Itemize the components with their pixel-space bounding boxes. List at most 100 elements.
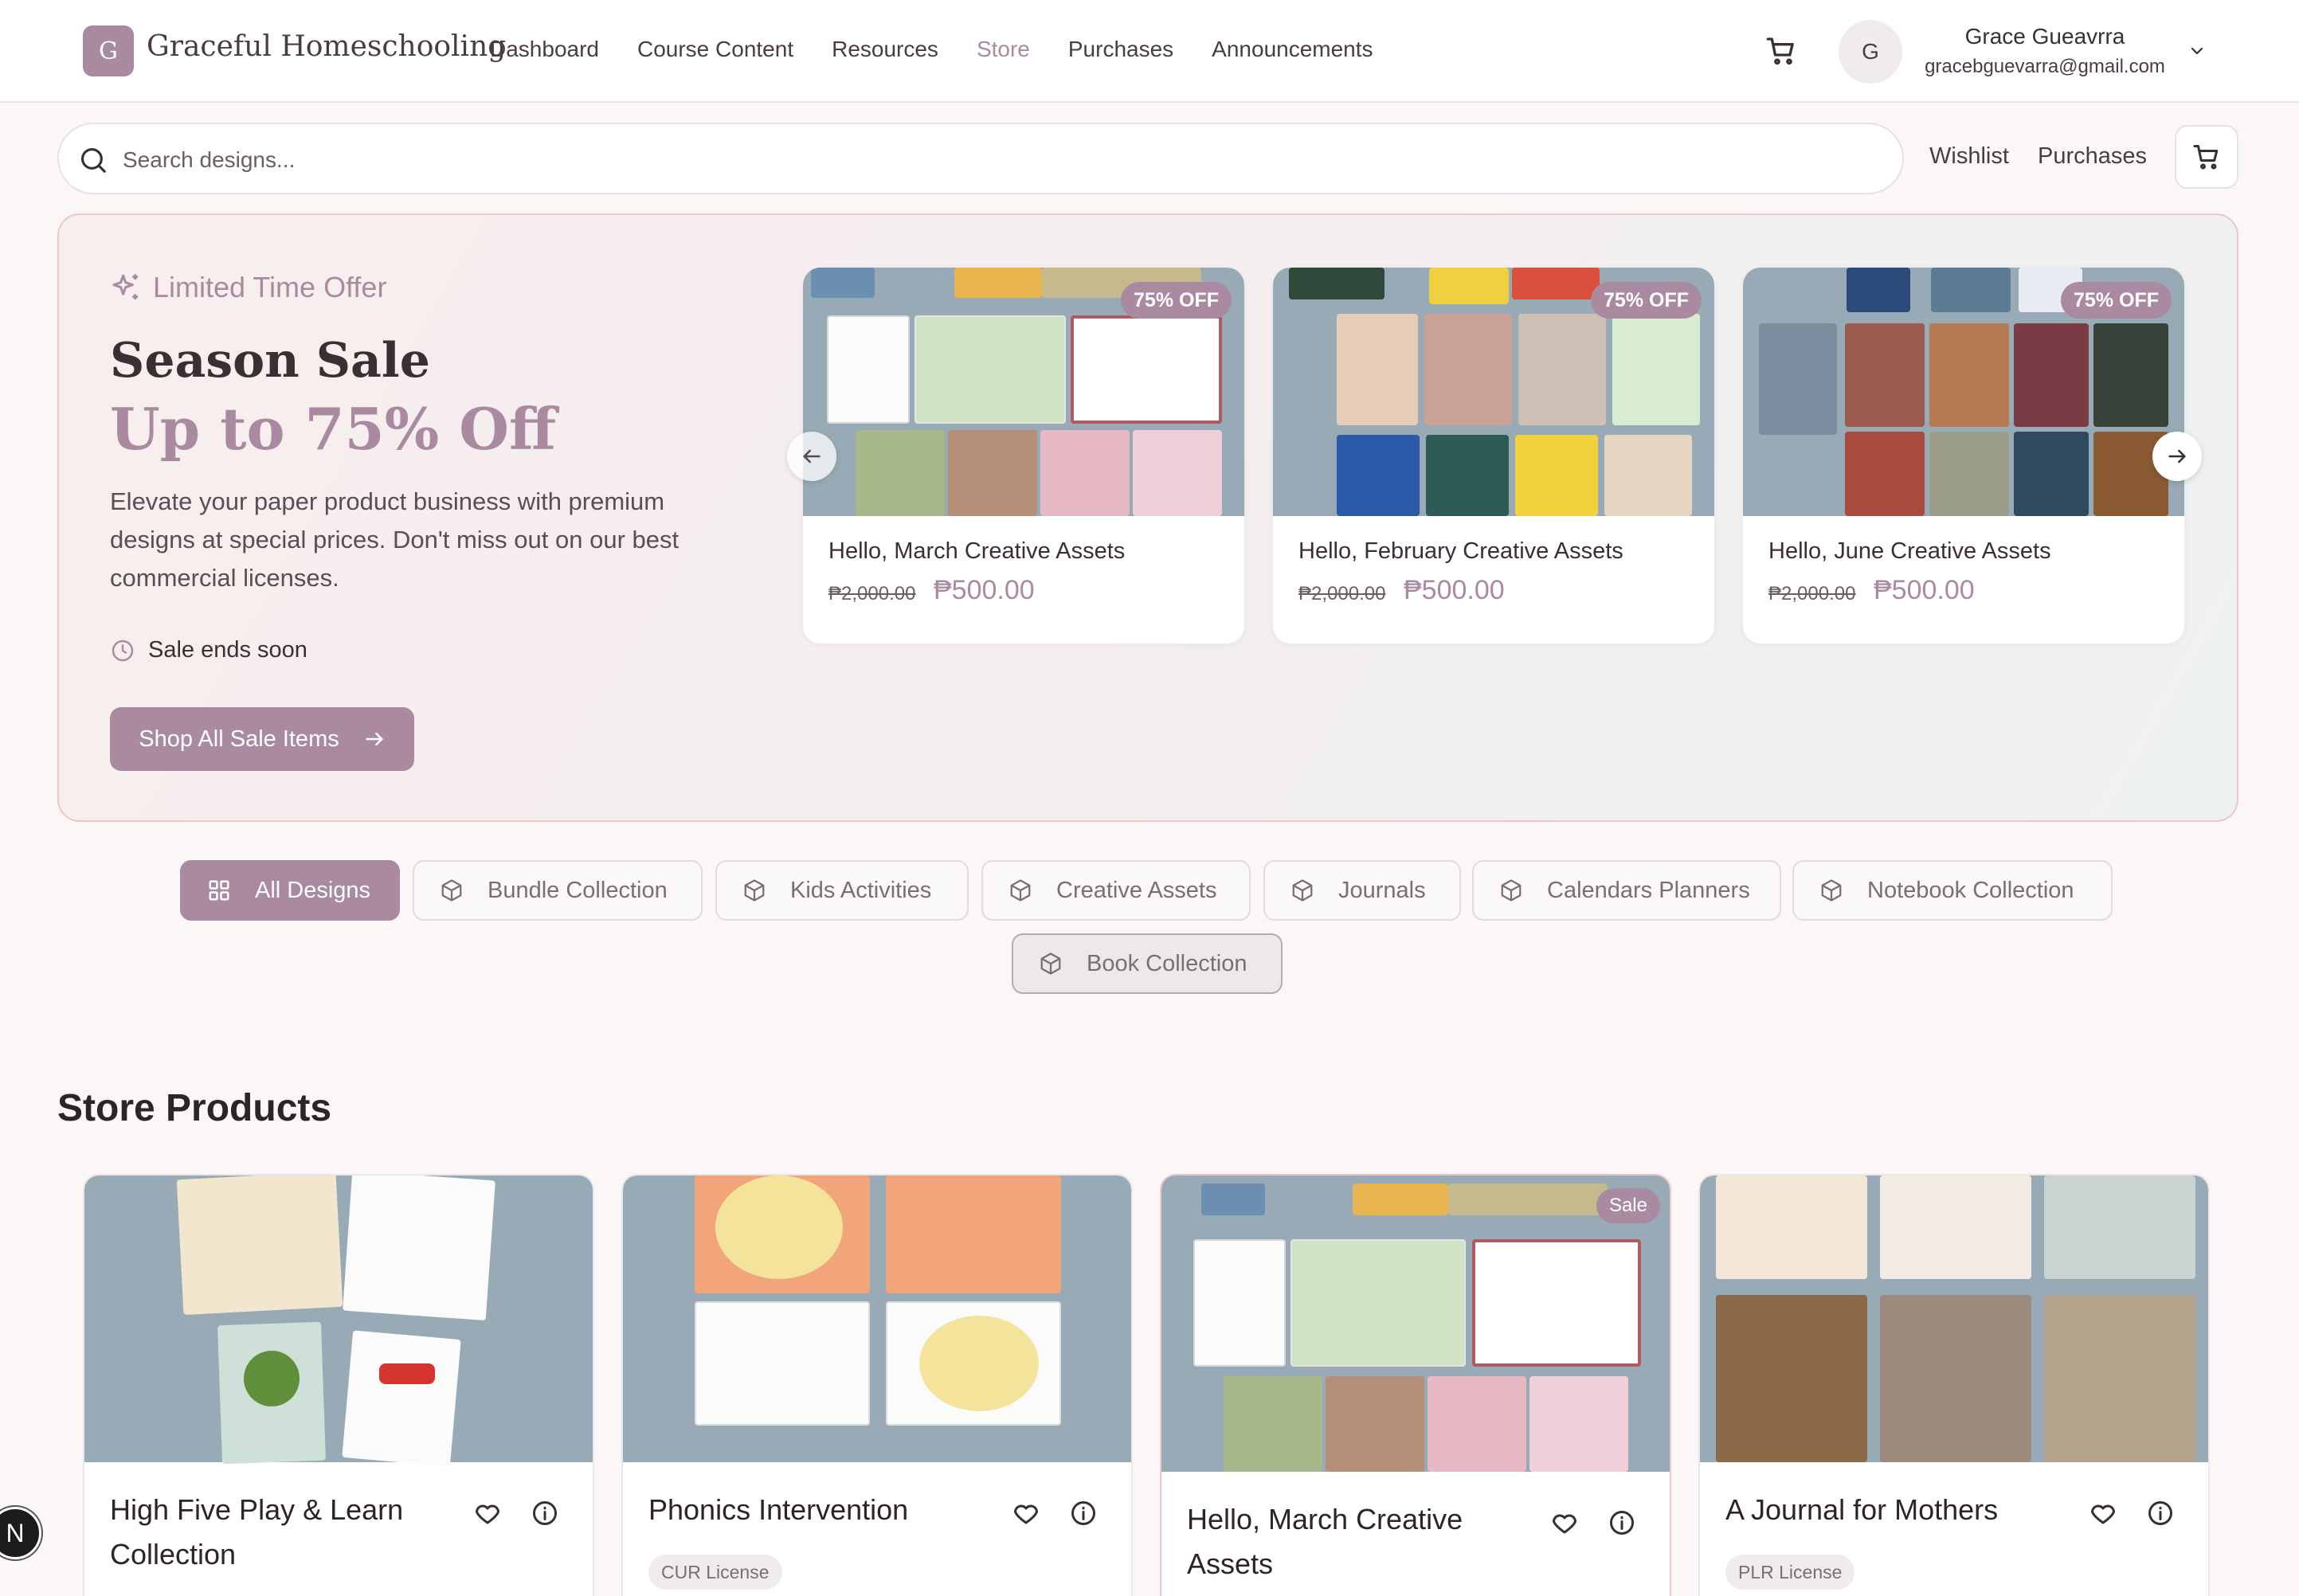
old-price: ₱2,000.00 <box>1298 583 1386 604</box>
nav-purchases[interactable]: Purchases <box>1068 37 1173 62</box>
search-icon <box>80 147 106 173</box>
sale-subtitle: Up to 75% Off <box>110 395 557 463</box>
user-email: gracebguevarra@gmail.com <box>1925 56 2165 77</box>
shop-sale-button[interactable]: Shop All Sale Items <box>110 707 414 771</box>
category-label: Kids Activities <box>790 877 932 903</box>
discount-badge: 75% OFF <box>1591 282 1702 319</box>
product-name: High Five Play & Learn Collection <box>110 1493 404 1571</box>
sale-ends-text: Sale ends soon <box>148 637 307 663</box>
wishlist-link[interactable]: Wishlist <box>1929 143 2009 170</box>
box-icon <box>1292 879 1313 902</box>
category-kids-activities[interactable]: Kids Activities <box>715 860 969 921</box>
heart-icon[interactable] <box>1550 1508 1579 1537</box>
nav-resources[interactable]: Resources <box>832 37 938 62</box>
old-price: ₱2,000.00 <box>1768 583 1856 604</box>
nav-links: Dashboard Course Content Resources Store… <box>490 37 1373 62</box>
category-label: Calendars Planners <box>1547 877 1750 903</box>
category-calendars-planners[interactable]: Calendars Planners <box>1472 860 1781 921</box>
category-journals[interactable]: Journals <box>1263 860 1461 921</box>
offer-label: Limited Time Offer <box>153 271 387 303</box>
product-card[interactable]: Phonics Intervention CUR License <box>621 1174 1133 1596</box>
box-icon <box>1040 953 1061 975</box>
product-image: 75% OFF <box>803 268 1244 516</box>
floating-badge[interactable]: N <box>0 1507 41 1559</box>
promo-card[interactable]: 75% OFF Hello, June Creative Assets ₱2,0… <box>1743 268 2184 643</box>
license-badge: PLR License <box>1725 1555 1855 1590</box>
category-label: Notebook Collection <box>1867 877 2074 903</box>
arrow-left-icon <box>803 449 821 464</box>
arrow-right-icon <box>366 732 383 746</box>
product-name: A Journal for Mothers <box>1725 1493 1999 1526</box>
heart-icon[interactable] <box>1012 1499 1040 1528</box>
nav-course-content[interactable]: Course Content <box>637 37 793 62</box>
info-icon[interactable] <box>1069 1499 1098 1528</box>
info-icon[interactable] <box>2146 1499 2175 1528</box>
cart-button[interactable] <box>2175 125 2238 189</box>
brand-name[interactable]: Graceful Homeschooling <box>147 30 506 63</box>
promo-card[interactable]: 75% OFF Hello, March Creative Assets ₱2,… <box>803 268 1244 643</box>
box-icon <box>744 879 765 902</box>
category-all-designs[interactable]: All Designs <box>180 860 400 921</box>
sale-description: Elevate your paper product business with… <box>110 487 680 592</box>
discount-badge: 75% OFF <box>1121 282 1232 319</box>
discount-badge: 75% OFF <box>2061 282 2172 319</box>
product-image <box>84 1175 593 1467</box>
promo-card-name: Hello, June Creative Assets <box>1768 538 2051 564</box>
cart-icon[interactable] <box>1765 35 1797 67</box>
product-image <box>1700 1175 2208 1462</box>
category-label: Creative Assets <box>1056 877 1217 903</box>
clock-icon <box>112 640 134 661</box>
box-icon <box>1821 879 1842 902</box>
product-name: Phonics Intervention <box>648 1493 909 1526</box>
user-name: Grace Gueavrra <box>1964 24 2125 49</box>
shop-sale-label: Shop All Sale Items <box>139 726 339 752</box>
category-book-collection[interactable]: Book Collection <box>1012 933 1283 994</box>
info-icon[interactable] <box>531 1499 559 1528</box>
purchases-link[interactable]: Purchases <box>2038 143 2147 170</box>
license-badge: CUR License <box>648 1555 782 1590</box>
product-name: Hello, March Creative Assets <box>1187 1503 1463 1580</box>
sale-title: Season Sale <box>110 333 430 389</box>
chevron-down-icon[interactable] <box>2187 41 2207 61</box>
product-card[interactable]: High Five Play & Learn Collection <box>83 1174 594 1596</box>
nav-store[interactable]: Store <box>977 37 1030 62</box>
avatar[interactable]: G <box>1839 20 1902 84</box>
product-card[interactable]: Sale Hello, March Creative Assets <box>1160 1174 1671 1596</box>
category-notebook-collection[interactable]: Notebook Collection <box>1792 860 2113 921</box>
product-image: Sale <box>1161 1175 1670 1472</box>
sale-price: ₱500.00 <box>1404 575 1505 605</box>
logo-icon[interactable]: G <box>83 25 134 76</box>
promo-banner: Limited Time Offer Season Sale Up to 75%… <box>57 213 2238 822</box>
carousel-prev-button[interactable] <box>787 432 836 481</box>
info-icon[interactable] <box>1608 1508 1636 1537</box>
promo-card[interactable]: 75% OFF Hello, February Creative Assets … <box>1273 268 1714 643</box>
arrow-right-icon <box>2168 449 2186 464</box>
heart-icon[interactable] <box>2089 1499 2117 1528</box>
carousel-next-button[interactable] <box>2152 432 2202 481</box>
box-icon <box>441 879 462 902</box>
cart-icon <box>2193 145 2219 170</box>
nav-announcements[interactable]: Announcements <box>1212 37 1373 62</box>
offer-eyebrow: Limited Time Offer <box>110 271 386 304</box>
promo-card-name: Hello, March Creative Assets <box>828 538 1126 564</box>
nav-dashboard[interactable]: Dashboard <box>490 37 599 62</box>
product-card[interactable]: A Journal for Mothers PLR License <box>1698 1174 2210 1596</box>
product-image <box>623 1175 1131 1462</box>
promo-card-name: Hello, February Creative Assets <box>1298 538 1623 564</box>
sale-ends: Sale ends soon <box>110 637 307 663</box>
category-label: Journals <box>1338 877 1426 903</box>
heart-icon[interactable] <box>473 1499 502 1528</box>
category-creative-assets[interactable]: Creative Assets <box>981 860 1251 921</box>
category-bundle-collection[interactable]: Bundle Collection <box>413 860 703 921</box>
category-label: All Designs <box>255 877 371 903</box>
sparkle-icon <box>112 274 138 299</box>
search-input[interactable] <box>123 140 1875 180</box>
old-price: ₱2,000.00 <box>828 583 916 604</box>
top-nav: G Graceful Homeschooling Dashboard Cours… <box>0 0 2299 103</box>
sale-price: ₱500.00 <box>934 575 1035 605</box>
product-image: 75% OFF <box>1743 268 2184 516</box>
box-icon <box>1010 879 1031 902</box>
grid-icon <box>209 880 229 901</box>
search-bar <box>57 123 1904 194</box>
product-image: 75% OFF <box>1273 268 1714 516</box>
